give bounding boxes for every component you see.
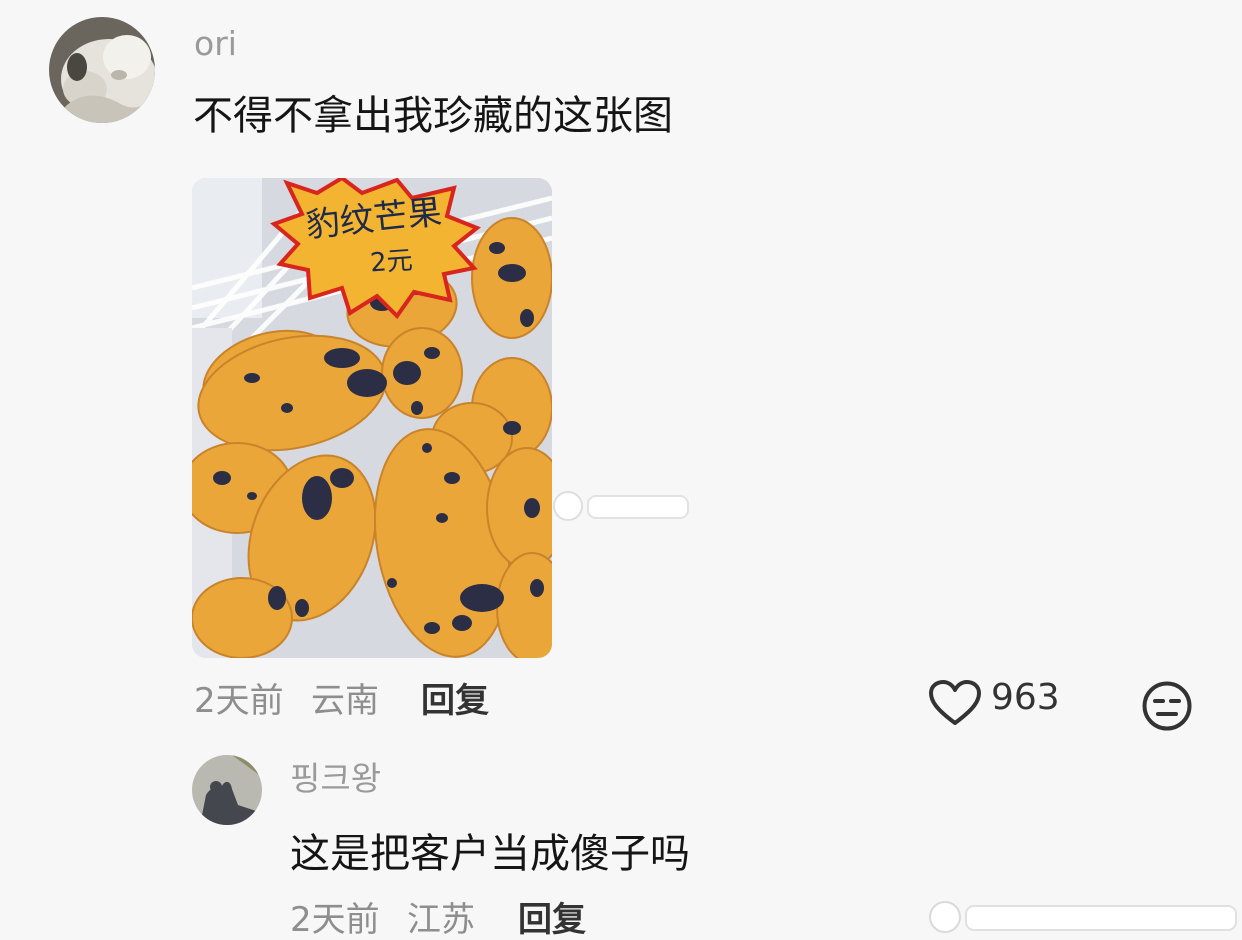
watermark [552,488,702,526]
comment-location: 江苏 [407,900,475,940]
shadow-avatar-image [192,755,262,825]
comment-text: 不得不拿出我珍藏的这张图 [193,93,673,139]
watermark [926,896,1242,937]
heart-outline-icon[interactable] [928,679,984,729]
reply-button[interactable]: 回复 [518,903,586,937]
comment-image-leopard-mango[interactable]: 豹纹芒果 2元 [192,178,552,658]
username[interactable]: 핑크왕 [290,762,381,795]
comment-text: 这是把客户当成傻子吗 [290,831,690,877]
price-text: 2元 [369,246,414,279]
expressionless-face-icon[interactable] [1141,680,1193,732]
comment-time: 2天前 [290,900,380,940]
reply-button[interactable]: 回复 [421,684,489,718]
like-count: 963 [991,677,1060,718]
comment-location: 云南 [311,681,379,721]
avatar[interactable] [192,755,262,825]
username[interactable]: ori [194,27,237,60]
cat-avatar-image [49,17,155,123]
comment-time: 2天前 [194,681,284,721]
avatar[interactable] [49,17,155,123]
